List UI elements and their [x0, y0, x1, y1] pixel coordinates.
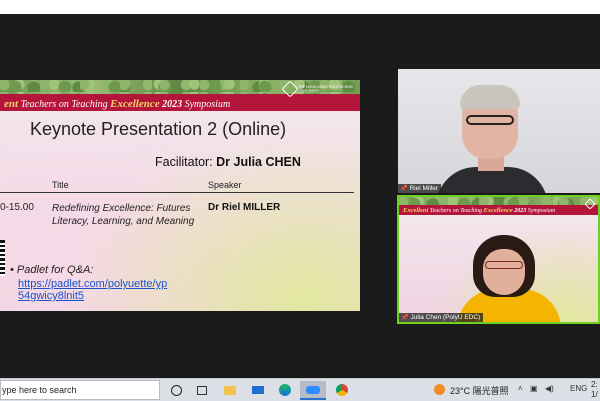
temperature: 23°C — [450, 386, 471, 396]
banner-prefix: ent — [4, 98, 19, 110]
weather-icon[interactable] — [434, 384, 445, 395]
shared-slide: ent Teachers on Teaching Excellence 2023… — [0, 80, 360, 311]
cortana-icon[interactable] — [168, 382, 184, 398]
facilitator-name: Dr Julia CHEN — [216, 155, 301, 169]
banner-teachers: Teachers — [20, 99, 57, 110]
volume-icon[interactable]: ◀) — [545, 384, 554, 393]
network-icon[interactable]: ▣ — [530, 384, 538, 393]
windows-taskbar: ype here to search 23°C 陽光普照 ˄ ▣ ◀) ENG … — [0, 378, 600, 401]
banner-teaching: Teaching — [71, 99, 108, 110]
weather-condition: 陽光普照 — [472, 386, 509, 396]
banner-excellence: Excellence — [110, 98, 160, 110]
video-tile-riel-miller[interactable]: 📌 Riel Miller — [398, 69, 600, 193]
virtual-background-banner: Excellent Teachers on Teaching Excellenc… — [399, 197, 598, 215]
clock-time[interactable]: 2: — [591, 380, 598, 389]
search-placeholder[interactable]: ype here to search — [2, 385, 77, 395]
participant-glasses — [485, 261, 523, 269]
banner-teachers: Teachers — [429, 208, 452, 214]
banner-teaching: Teaching — [460, 208, 483, 214]
participant-name: Riel Miller — [409, 185, 439, 192]
language-indicator[interactable]: ENG — [570, 384, 587, 393]
banner-on: on — [452, 208, 459, 214]
row-speaker: Dr Riel MILLER — [208, 202, 281, 213]
edge-icon[interactable] — [277, 382, 293, 398]
padlet-label: Padlet for Q&A: — [16, 264, 94, 276]
qr-code-icon — [0, 240, 5, 276]
participant-glasses — [466, 115, 514, 125]
banner-title: ent Teachers on Teaching Excellence 2023… — [4, 98, 230, 110]
participant-hair — [460, 85, 520, 109]
column-header-title: Title — [52, 180, 69, 190]
facilitator-line: Facilitator: Dr Julia CHEN — [155, 155, 301, 169]
participant-name: Julia Chen (PolyU EDC) — [410, 314, 481, 321]
polyu-logo: THE HONG KONG POLYTECHNIC UNIVERSITY — [281, 80, 356, 98]
clock-date[interactable]: 1/ — [591, 390, 598, 399]
task-view-icon[interactable] — [194, 382, 210, 398]
chrome-icon[interactable] — [334, 382, 350, 398]
chevron-up-icon[interactable]: ˄ — [518, 384, 523, 393]
banner-symposium: Symposium — [184, 99, 231, 110]
taskbar-search-box[interactable]: ype here to search — [0, 380, 160, 400]
row-time: 0-15.00 — [0, 202, 34, 213]
polyu-logo — [584, 198, 596, 210]
banner-symposium: Symposium — [527, 208, 556, 214]
video-tile-julia-chen[interactable]: Excellent Teachers on Teaching Excellenc… — [397, 195, 600, 324]
zoom-icon[interactable] — [300, 381, 326, 400]
pin-icon: 📌 — [401, 315, 409, 321]
participant-nametag: 📌 Julia Chen (PolyU EDC) — [399, 313, 484, 322]
participant-face — [483, 249, 525, 295]
column-header-speaker: Speaker — [208, 180, 242, 190]
row-session-title: Redefining Excellence: Futures Literacy,… — [52, 203, 195, 227]
padlet-bullet: • Padlet for Q&A: — [10, 264, 94, 276]
banner-on: on — [58, 99, 69, 110]
slide-banner: ent Teachers on Teaching Excellence 2023… — [0, 80, 360, 111]
polyu-logo-icon — [281, 80, 299, 98]
file-explorer-icon[interactable] — [222, 382, 238, 398]
table-rule — [0, 192, 354, 193]
weather-readout[interactable]: 23°C 陽光普照 — [450, 384, 509, 397]
mail-icon[interactable] — [250, 382, 266, 398]
polyu-logo-icon — [584, 198, 596, 210]
participant-nametag: 📌 Riel Miller — [398, 184, 442, 193]
facilitator-label: Facilitator: — [155, 155, 213, 169]
polyu-logo-text: THE HONG KONG POLYTECHNIC UNIVERSITY — [298, 85, 354, 93]
pin-icon: 📌 — [400, 186, 408, 192]
top-strip — [0, 0, 600, 14]
banner-excellence: Excellence — [483, 207, 513, 214]
padlet-link[interactable]: https://padlet.com/polyuette/yp54gwicy8l… — [18, 278, 168, 302]
banner-year: 2023 — [514, 208, 527, 214]
banner-title: Excellent Teachers on Teaching Excellenc… — [403, 207, 555, 214]
banner-year: 2023 — [162, 99, 183, 110]
banner-excellent: Excellent — [403, 207, 429, 214]
slide-title: Keynote Presentation 2 (Online) — [30, 119, 287, 139]
